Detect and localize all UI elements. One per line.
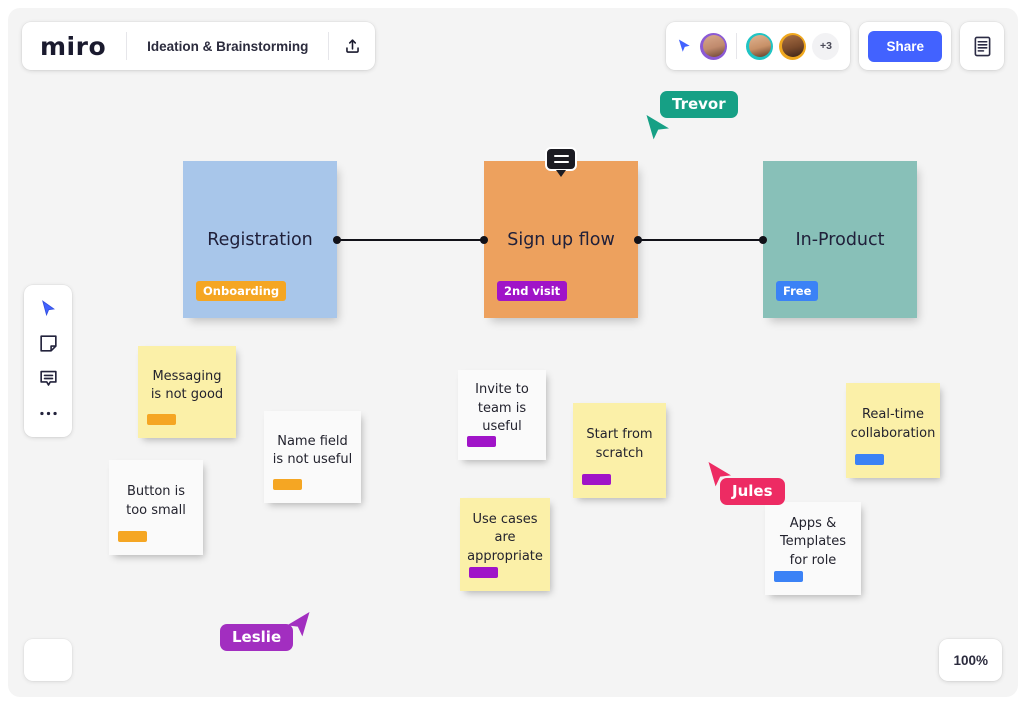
sticky-note-tag[interactable] xyxy=(774,571,803,582)
card-in-product[interactable]: In-Product Free xyxy=(763,161,917,318)
card-title: Sign up flow xyxy=(484,230,638,250)
share-pill: Share xyxy=(859,22,951,70)
connector-anchor-dot[interactable] xyxy=(634,236,642,244)
minimap-toggle-button[interactable] xyxy=(24,639,72,681)
comment-badge[interactable] xyxy=(545,147,577,171)
board-header-bar: miro Ideation & Brainstorming xyxy=(22,22,375,70)
collaborator-name-label: Leslie xyxy=(220,624,293,651)
sticky-name-field[interactable]: Name field is not useful xyxy=(264,411,361,503)
board-title[interactable]: Ideation & Brainstorming xyxy=(127,39,328,54)
card-title: In-Product xyxy=(763,230,917,250)
cursor-pointer-icon[interactable] xyxy=(677,38,694,55)
connector-anchor-dot[interactable] xyxy=(759,236,767,244)
additional-collaborators-count[interactable]: +3 xyxy=(812,33,839,60)
sticky-note-tag[interactable] xyxy=(273,479,302,490)
connector-line[interactable] xyxy=(337,239,484,241)
avatar-divider xyxy=(736,33,737,59)
sticky-note-tool[interactable] xyxy=(30,327,66,360)
sticky-note-text: Apps & Templates for role xyxy=(765,515,861,570)
sticky-note-tag[interactable] xyxy=(147,414,176,425)
collaborator-name-label: Jules xyxy=(720,478,785,505)
sticky-button-small[interactable]: Button is too small xyxy=(109,460,203,555)
zoom-level-indicator[interactable]: 100% xyxy=(939,639,1002,681)
more-tools[interactable] xyxy=(30,397,66,430)
sticky-note-tag[interactable] xyxy=(467,436,496,447)
card-tag[interactable]: 2nd visit xyxy=(497,281,567,301)
sticky-note-tag[interactable] xyxy=(469,567,498,578)
card-registration[interactable]: Registration Onboarding xyxy=(183,161,337,318)
comment-badge-line xyxy=(554,155,569,158)
card-title: Registration xyxy=(183,230,337,250)
collaborator-cursor-icon xyxy=(644,113,672,148)
sticky-invite-team[interactable]: Invite to team is useful xyxy=(458,370,546,460)
avatar[interactable] xyxy=(779,33,806,60)
sticky-start-scratch[interactable]: Start from scratch xyxy=(573,403,666,498)
card-tag[interactable]: Free xyxy=(776,281,818,301)
collaborators-pill: +3 xyxy=(666,22,850,70)
card-signup-flow[interactable]: Sign up flow 2nd visit xyxy=(484,161,638,318)
sticky-note-tag[interactable] xyxy=(582,474,611,485)
avatar[interactable] xyxy=(746,33,773,60)
share-button[interactable]: Share xyxy=(868,31,942,62)
top-right-toolbar: +3 Share xyxy=(666,22,1004,70)
comment-tool[interactable] xyxy=(30,362,66,395)
miro-logo[interactable]: miro xyxy=(22,32,126,61)
document-notes-icon[interactable] xyxy=(960,22,1004,70)
collaborator-name-label: Trevor xyxy=(660,91,738,118)
card-tag[interactable]: Onboarding xyxy=(196,281,286,301)
miro-app-window: Registration Onboarding Sign up flow 2nd vi… xyxy=(0,0,1026,705)
select-tool[interactable] xyxy=(30,292,66,325)
sticky-note-text: Use cases are appropriate xyxy=(459,511,551,566)
sticky-apps-templates[interactable]: Apps & Templates for role xyxy=(765,502,861,595)
sticky-note-text: Real-time collaboration xyxy=(843,406,944,443)
sticky-realtime-collab[interactable]: Real-time collaboration xyxy=(846,383,940,478)
sticky-note-text: Invite to team is useful xyxy=(458,381,546,436)
left-tool-palette xyxy=(24,285,72,437)
sticky-note-text: Start from scratch xyxy=(573,426,666,463)
board-canvas[interactable]: Registration Onboarding Sign up flow 2nd vi… xyxy=(8,8,1018,697)
comment-badge-line xyxy=(554,161,569,164)
avatar[interactable] xyxy=(700,33,727,60)
sticky-use-cases[interactable]: Use cases are appropriate xyxy=(460,498,550,591)
sticky-note-text: Name field is not useful xyxy=(264,433,361,470)
sticky-note-tag[interactable] xyxy=(118,531,147,542)
upload-icon[interactable] xyxy=(329,22,375,70)
connector-line[interactable] xyxy=(638,239,763,241)
connector-anchor-dot[interactable] xyxy=(333,236,341,244)
sticky-note-text: Messaging is not good xyxy=(138,368,236,405)
connector-anchor-dot[interactable] xyxy=(480,236,488,244)
sticky-note-tag[interactable] xyxy=(855,454,884,465)
sticky-note-text: Button is too small xyxy=(109,483,203,520)
sticky-messaging[interactable]: Messaging is not good xyxy=(138,346,236,438)
